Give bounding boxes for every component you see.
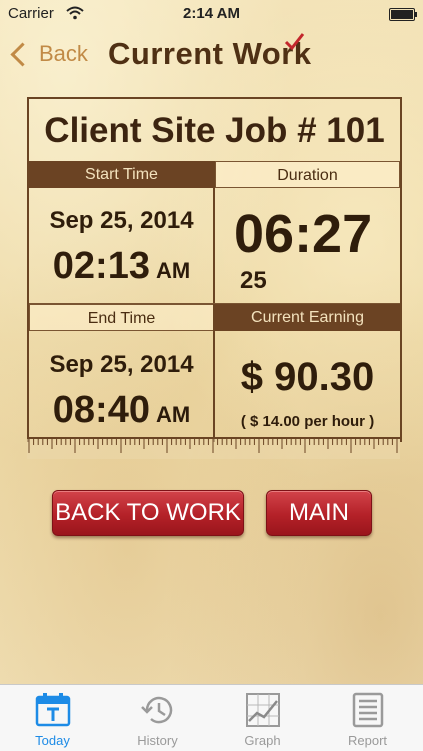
tab-bar: Today History Graph Report	[0, 684, 423, 751]
tab-today[interactable]: Today	[0, 685, 105, 751]
start-date: Sep 25, 2014	[29, 207, 214, 235]
end-time-value: 08:40	[52, 389, 150, 431]
earning-rate: ( $ 14.00 per hour )	[240, 413, 375, 430]
start-time-ampm: AM	[155, 258, 191, 283]
work-summary-card: Client Site Job # 101 Start Time Duratio…	[27, 97, 402, 442]
row-divider	[29, 303, 400, 304]
start-date-text: Sep 25, 2014	[49, 207, 194, 234]
battery-icon	[389, 8, 417, 21]
back-button[interactable]: Back	[8, 36, 88, 72]
end-date: Sep 25, 2014	[29, 351, 214, 379]
tab-graph[interactable]: Graph	[210, 685, 315, 751]
column-divider	[213, 161, 215, 442]
back-to-work-button[interactable]: BACK TO WORK	[52, 490, 244, 536]
history-clock-icon	[141, 696, 173, 724]
status-bar: Carrier 2:14 AM	[0, 0, 423, 28]
earning-amount: $ 90.30	[240, 355, 375, 399]
tab-graph-label: Graph	[244, 733, 281, 748]
job-title: Client Site Job # 101	[44, 111, 385, 150]
tab-history-label: History	[137, 733, 178, 748]
duration-seconds-box: 25	[240, 267, 300, 295]
tab-today-label: Today	[35, 733, 70, 748]
back-label: Back	[39, 41, 88, 66]
end-time: 08:40 AM	[29, 389, 214, 432]
report-icon	[352, 692, 384, 728]
page-title: Current Work	[108, 36, 312, 71]
tab-history[interactable]: History	[105, 685, 210, 751]
duration-value-box: 06:27	[234, 203, 384, 265]
tab-report-label: Report	[347, 733, 388, 748]
tab-report[interactable]: Report	[315, 685, 420, 751]
duration-value: 06:27	[234, 204, 373, 264]
main-button[interactable]: MAIN	[266, 490, 372, 536]
end-time-header: End Time	[29, 304, 214, 331]
checkmark-icon	[284, 33, 305, 51]
ruler-decoration	[27, 437, 400, 459]
earning-amount-box: $ 90.30	[215, 355, 400, 400]
duration-seconds: 25	[240, 267, 267, 294]
earning-rate-box: ( $ 14.00 per hour )	[215, 413, 400, 431]
start-time: 02:13 AM	[29, 245, 214, 288]
graph-icon	[246, 693, 280, 727]
status-time: 2:14 AM	[183, 5, 240, 22]
end-time-ampm: AM	[155, 402, 191, 427]
end-date-text: Sep 25, 2014	[49, 351, 194, 378]
chevron-left-icon	[10, 41, 35, 67]
duration-header: Duration	[215, 161, 400, 188]
calendar-icon	[35, 693, 71, 727]
start-time-value: 02:13	[52, 245, 150, 287]
start-time-header: Start Time	[29, 161, 214, 188]
nav-bar: Back Current Work	[0, 28, 423, 80]
current-earning-header: Current Earning	[215, 304, 400, 331]
